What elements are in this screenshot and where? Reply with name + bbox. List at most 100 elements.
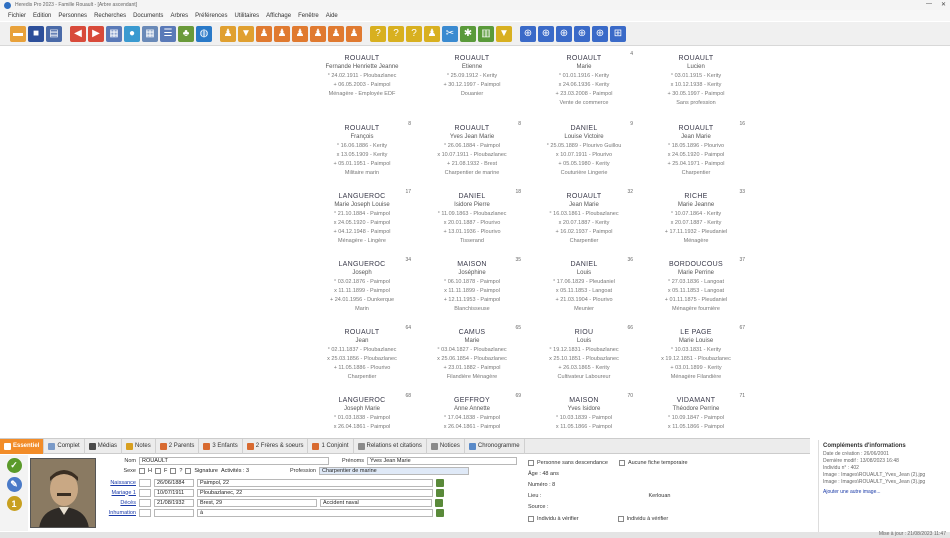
person-card[interactable]: DANIEL Louise Victoire ° 25.05.1889 - Plou… <box>527 121 641 178</box>
person-card[interactable]: ROUAULT Jean ° 02.11.1837 - Ploubazlanec x … <box>305 325 419 382</box>
person-card[interactable]: LE PAGE Marie Louise ° 10.03.1831 - Kerity… <box>639 325 753 382</box>
forward-arrow-icon[interactable]: ▶ <box>88 25 104 42</box>
print-icon[interactable]: ▤ <box>46 25 62 42</box>
prenoms-field[interactable]: Yves Jean Marie <box>367 456 517 465</box>
couple-icon[interactable]: ♟ <box>328 25 344 42</box>
person-card[interactable]: ROUAULT Lucien ° 03.01.1915 - Kerity x 10.1… <box>639 54 753 108</box>
menu-item[interactable]: Aide <box>326 13 338 19</box>
inhumation-date[interactable] <box>154 508 194 517</box>
number-one-icon[interactable]: 1 <box>6 496 22 511</box>
source-icon[interactable] <box>435 498 443 507</box>
verify-label-2[interactable]: Individu à vérifier <box>627 516 669 522</box>
sexe-i-radio[interactable] <box>170 467 177 474</box>
sexe-f-radio[interactable] <box>154 467 161 474</box>
question-icon[interactable]: ? <box>406 25 422 42</box>
zoom-icon[interactable]: ⊕ <box>574 25 590 42</box>
person-card[interactable]: ROUAULT Jean Marie ° 18.05.1896 - Plourivo… <box>639 121 753 178</box>
menu-item[interactable]: Utilitaires <box>234 13 259 19</box>
person-card[interactable]: ROUAULT Fernande Henriette Jeanne ° 24.02.… <box>305 54 419 99</box>
edit-icon[interactable]: ✎ <box>6 477 22 492</box>
filter-icon[interactable]: ▼ <box>238 25 254 42</box>
fit-icon[interactable]: ⊞ <box>610 25 626 42</box>
zoom-icon[interactable]: ⊕ <box>538 25 554 42</box>
people-icon[interactable]: ♟ <box>424 25 440 42</box>
deces-lieu[interactable]: Brest, 29 <box>197 498 317 507</box>
tools-icon[interactable]: ✂ <box>442 25 458 42</box>
person-card[interactable]: RICHE Marie Jeanne ° 10.07.1864 - Kerity x … <box>639 189 753 246</box>
chart-icon[interactable]: ▥ <box>478 25 494 42</box>
menu-item[interactable]: Fichier <box>8 13 26 19</box>
couple-icon[interactable]: ♟ <box>310 25 326 42</box>
menu-item[interactable]: Recherches <box>94 13 126 19</box>
filter-icon[interactable]: ▼ <box>496 25 512 42</box>
person-card[interactable]: ROUAULT Etienne ° 25.09.1912 - Kerity + 30.… <box>415 54 529 99</box>
couple-icon[interactable]: ♟ <box>274 25 290 42</box>
question-icon[interactable]: ? <box>370 25 386 42</box>
tab-3-enfants[interactable]: 3 Enfants <box>199 438 243 454</box>
person-card[interactable]: DANIEL Isidore Pierre ° 11.09.1863 - Ploub… <box>415 189 529 246</box>
zoom-icon[interactable]: ⊕ <box>520 25 536 42</box>
inhumation-lieu[interactable]: à <box>197 508 433 517</box>
ancestor-tree[interactable]: ROUAULT Fernande Henriette Jeanne ° 24.02.… <box>0 46 950 438</box>
tree-icon[interactable]: ♣ <box>178 25 194 42</box>
person-card[interactable]: CAMUS Marie ° 03.04.1827 - Ploubazlanec x 2… <box>415 325 529 382</box>
couple-icon[interactable]: ♟ <box>346 25 362 42</box>
deces-qualifier[interactable] <box>139 498 151 507</box>
person-card[interactable]: VIDAMANT Théodore Perrine ° 10.09.1847 - P… <box>639 393 753 432</box>
verify-checkbox-1[interactable] <box>528 515 534 522</box>
menu-item[interactable]: Affichage <box>266 13 291 19</box>
sexe-h-radio[interactable] <box>139 467 145 474</box>
tab-essentiel[interactable]: Essentiel <box>0 438 45 454</box>
naissance-label[interactable]: Naissance <box>100 480 136 486</box>
inhumation-label[interactable]: Inhumation <box>100 510 136 516</box>
menu-item[interactable]: Personnes <box>58 13 87 19</box>
family-icon[interactable]: ♟ <box>220 25 236 42</box>
person-card[interactable]: LANGUEROC Joseph Marie ° 01.03.1838 - Paim… <box>305 393 419 432</box>
zoom-icon[interactable]: ⊕ <box>592 25 608 42</box>
menu-item[interactable]: Arbres <box>170 13 188 19</box>
close-button[interactable]: ✕ <box>941 1 946 8</box>
gear-icon[interactable]: ✱ <box>460 25 476 42</box>
grid-icon[interactable]: ▦ <box>142 25 158 42</box>
question-icon[interactable]: ? <box>388 25 404 42</box>
couple-icon[interactable]: ♟ <box>292 25 308 42</box>
globe-icon[interactable]: ● <box>124 25 140 42</box>
person-card[interactable]: ROUAULT François ° 16.06.1886 - Kerity x 13… <box>305 121 419 178</box>
deces-label[interactable]: Décès <box>100 500 136 506</box>
source-icon[interactable] <box>436 508 444 517</box>
sans-descendance-checkbox[interactable] <box>528 459 534 466</box>
naissance-qualifier[interactable] <box>139 478 151 487</box>
fiche-temporaire-checkbox[interactable] <box>618 459 625 466</box>
portrait-photo[interactable] <box>30 458 96 528</box>
menu-item[interactable]: Documents <box>133 13 163 19</box>
verify-checkbox-2[interactable] <box>617 515 624 522</box>
couple-icon[interactable]: ♟ <box>256 25 272 42</box>
mariage-qualifier[interactable] <box>139 488 151 497</box>
mariage-label[interactable]: Mariage 1 <box>100 490 136 496</box>
deces-detail[interactable]: Accident naval <box>320 498 432 507</box>
tab-complet[interactable]: Complet <box>44 438 85 454</box>
person-card[interactable]: GEFFROY Anne Annette ° 17.04.1838 - Paimpo… <box>415 393 529 432</box>
tab-chronogramme[interactable]: Chronogramme <box>465 438 525 454</box>
tab-relations-et-citations[interactable]: Relations et citations <box>354 438 427 454</box>
tab-2-fr-res-soeurs[interactable]: 2 Frères & soeurs <box>243 438 309 454</box>
mariage-lieu[interactable]: Ploubazlanec, 22 <box>197 488 433 497</box>
person-card[interactable]: ROUAULT Marie ° 01.01.1916 - Kerity x 24.06… <box>527 51 641 108</box>
save-icon[interactable]: ■ <box>28 25 44 42</box>
open-folder-icon[interactable]: ▬ <box>10 25 26 42</box>
person-card[interactable]: LANGUEROC Marie Joseph Louise ° 21.10.1884… <box>305 189 419 246</box>
list-icon[interactable]: ☰ <box>160 25 176 42</box>
signature-checkbox[interactable] <box>185 467 192 474</box>
deces-date[interactable]: 21/08/1932 <box>154 498 194 507</box>
menu-item[interactable]: Fenêtre <box>298 13 319 19</box>
nom-field[interactable]: ROUAULT <box>139 456 329 465</box>
tab-notes[interactable]: Notes <box>122 438 156 454</box>
back-arrow-icon[interactable]: ◀ <box>70 25 86 42</box>
menu-item[interactable]: Préférences <box>195 13 227 19</box>
inhumation-qualifier[interactable] <box>139 508 151 517</box>
page-icon[interactable]: ▦ <box>106 25 122 42</box>
mariage-date[interactable]: 10/07/1911 <box>154 488 194 497</box>
person-card[interactable]: DANIEL Louis ° 17.06.1829 - Pleudaniel x 05… <box>527 257 641 314</box>
zoom-icon[interactable]: ⊕ <box>556 25 572 42</box>
minimize-button[interactable]: — <box>926 1 932 7</box>
